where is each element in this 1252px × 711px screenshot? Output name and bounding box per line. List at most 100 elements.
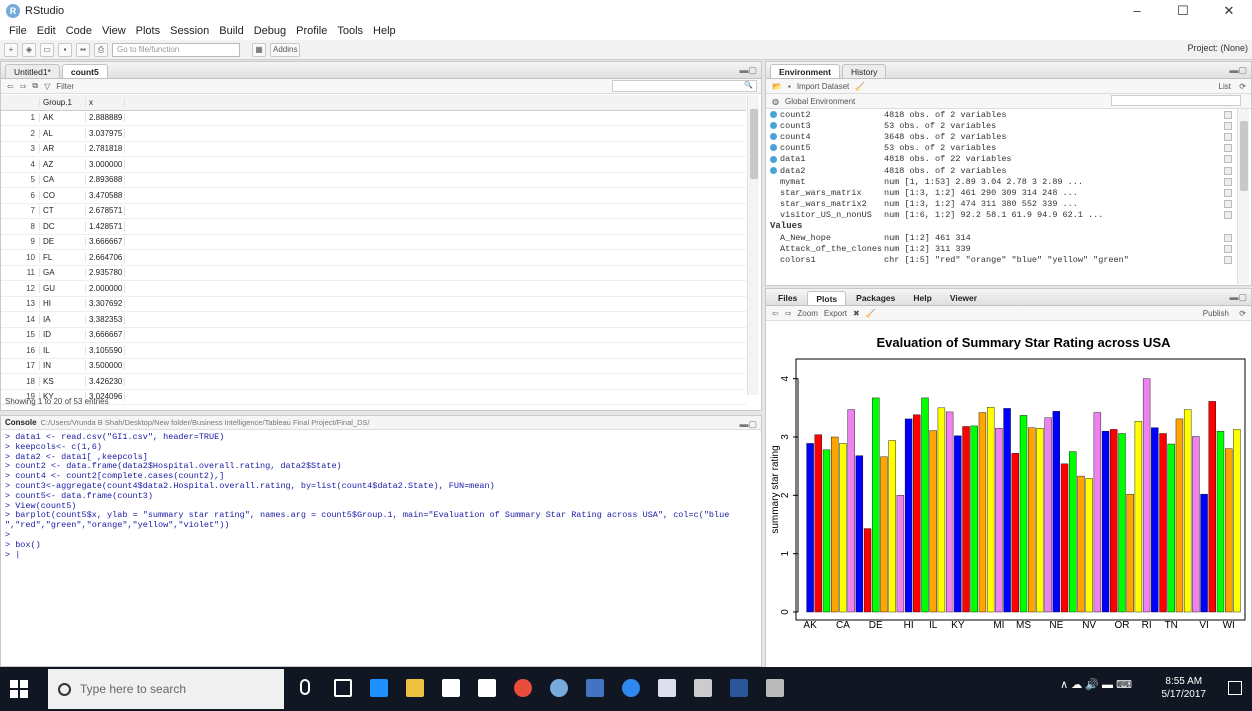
- app3-icon[interactable]: [694, 679, 712, 697]
- chrome-icon[interactable]: [514, 679, 532, 697]
- tray-icons[interactable]: ∧ ☁ 🔊 ▬ ⌨: [1060, 679, 1132, 692]
- grid-view-icon[interactable]: [1224, 110, 1232, 119]
- tab-help[interactable]: Help: [905, 291, 939, 305]
- menu-tools[interactable]: Tools: [337, 25, 363, 37]
- table-row[interactable]: 8 DC 1.428571: [1, 219, 746, 235]
- clear-broom-icon[interactable]: 🧹: [855, 82, 865, 91]
- refresh-icon[interactable]: ⟳: [1239, 82, 1246, 91]
- dataframe-icon[interactable]: [770, 110, 777, 118]
- document-icon[interactable]: [478, 679, 496, 697]
- tab-untitled1[interactable]: Untitled1*: [5, 64, 60, 78]
- minimize-button[interactable]: –: [1114, 0, 1160, 22]
- env-search-input[interactable]: [1111, 95, 1241, 106]
- table-row[interactable]: 10 FL 2.664706: [1, 250, 746, 266]
- load-workspace-icon[interactable]: 📂: [772, 82, 782, 91]
- tab-viewer[interactable]: Viewer: [942, 291, 985, 305]
- environment-row[interactable]: count3 53 obs. of 2 variables: [766, 120, 1236, 131]
- column-group1[interactable]: Group.1: [39, 97, 85, 107]
- grid-view-icon[interactable]: [1224, 166, 1232, 175]
- table-row[interactable]: 1 AK 2.888889: [1, 111, 746, 126]
- table-row[interactable]: 16 IL 3.105590: [1, 343, 746, 359]
- open-file-icon[interactable]: ▭: [40, 42, 54, 57]
- column-x[interactable]: x: [85, 97, 125, 107]
- start-button[interactable]: [10, 680, 28, 698]
- dataframe-icon[interactable]: [770, 155, 777, 163]
- table-row[interactable]: 3 AR 2.781818: [1, 142, 746, 157]
- grid-view-icon[interactable]: [1224, 144, 1232, 153]
- tab-packages[interactable]: Packages: [848, 291, 903, 305]
- new-project-icon[interactable]: ◈: [22, 42, 36, 57]
- environment-row[interactable]: data1 4818 obs. of 22 variables: [766, 154, 1236, 165]
- back-icon[interactable]: ⇦: [7, 82, 14, 91]
- app-icon[interactable]: [586, 679, 604, 697]
- popout-icon[interactable]: ⧉: [32, 81, 38, 91]
- pane-minmax-icon[interactable]: ▬▢: [739, 65, 757, 76]
- tab-count5[interactable]: count5: [61, 64, 108, 78]
- file-explorer-icon[interactable]: [406, 679, 424, 697]
- menu-profile[interactable]: Profile: [296, 25, 327, 37]
- remove-plot-icon[interactable]: ✖: [853, 309, 860, 318]
- notification-icon[interactable]: [1228, 681, 1242, 695]
- menu-build[interactable]: Build: [219, 25, 243, 37]
- export-button[interactable]: Export: [824, 309, 847, 318]
- menu-view[interactable]: View: [102, 25, 126, 37]
- goto-file-input[interactable]: Go to file/function: [112, 42, 240, 57]
- grid-view-icon[interactable]: [1224, 256, 1232, 265]
- menu-code[interactable]: Code: [66, 25, 92, 37]
- environment-row[interactable]: colors1 chr [1:5] "red" "orange" "blue" "…: [766, 254, 1236, 265]
- menu-session[interactable]: Session: [170, 25, 209, 37]
- environment-row[interactable]: mymat num [1, 1:53] 2.89 3.04 2.78 3 2.89…: [766, 176, 1236, 187]
- environment-row[interactable]: count2 4818 obs. of 2 variables: [766, 109, 1236, 120]
- tab-plots[interactable]: Plots: [807, 291, 847, 305]
- save-all-icon[interactable]: ▪▪: [76, 42, 90, 57]
- grid-view-icon[interactable]: [1224, 155, 1232, 164]
- forward-icon[interactable]: ⇨: [20, 82, 27, 91]
- tab-environment[interactable]: Environment: [770, 64, 840, 78]
- prev-plot-icon[interactable]: ⇦: [772, 309, 779, 318]
- tab-history[interactable]: History: [841, 64, 887, 78]
- vertical-scrollbar[interactable]: [747, 95, 759, 395]
- publish-button[interactable]: Publish: [1203, 309, 1229, 318]
- close-button[interactable]: ✕: [1206, 0, 1252, 22]
- system-tray[interactable]: ∧ ☁ 🔊 ▬ ⌨ 8:55 AM 5/17/2017: [1060, 675, 1206, 701]
- environment-row[interactable]: count5 53 obs. of 2 variables: [766, 143, 1236, 154]
- plots-minmax-icon[interactable]: ▬▢: [1229, 292, 1247, 303]
- grid-view-icon[interactable]: [1224, 188, 1232, 197]
- grid-view-icon[interactable]: [1224, 132, 1232, 141]
- grid-view-icon[interactable]: [1224, 211, 1232, 220]
- addins-button[interactable]: Addins: [270, 42, 301, 57]
- table-row[interactable]: 17 IN 3.500000: [1, 359, 746, 374]
- app2-icon[interactable]: [658, 679, 676, 697]
- task-view-icon[interactable]: [334, 679, 352, 697]
- table-row[interactable]: 15 ID 3.666667: [1, 328, 746, 343]
- zoom-button[interactable]: Zoom: [797, 309, 817, 318]
- table-row[interactable]: 4 AZ 3.000000: [1, 157, 746, 173]
- environment-row[interactable]: count4 3648 obs. of 2 variables: [766, 131, 1236, 142]
- project-menu[interactable]: Project: (None): [1187, 43, 1248, 53]
- next-plot-icon[interactable]: ⇨: [785, 309, 792, 318]
- environment-row[interactable]: data2 4818 obs. of 2 variables: [766, 165, 1236, 176]
- grid-icon[interactable]: ▦: [252, 42, 266, 57]
- menu-help[interactable]: Help: [373, 25, 396, 37]
- env-minmax-icon[interactable]: ▬▢: [1229, 65, 1247, 76]
- table-row[interactable]: 11 GA 2.935780: [1, 266, 746, 281]
- environment-row[interactable]: visitor_US_n_nonUS num [1:6, 1:2] 92.2 58…: [766, 210, 1236, 221]
- grid-view-icon[interactable]: [1224, 121, 1232, 130]
- dataframe-icon[interactable]: [770, 122, 777, 130]
- dataframe-icon[interactable]: [770, 133, 777, 141]
- menu-plots[interactable]: Plots: [136, 25, 160, 37]
- table-row[interactable]: 18 KS 3.426230: [1, 374, 746, 390]
- menu-edit[interactable]: Edit: [37, 25, 56, 37]
- table-row[interactable]: 14 IA 3.382353: [1, 312, 746, 328]
- table-row[interactable]: 6 CO 3.470588: [1, 188, 746, 204]
- table-row[interactable]: 7 CT 2.678571: [1, 204, 746, 219]
- environment-row[interactable]: A_New_hope num [1:2] 461 314: [766, 232, 1236, 243]
- env-scrollbar[interactable]: [1237, 109, 1249, 284]
- console-output[interactable]: > data1 <- read.csv("GI1.csv", header=TR…: [1, 430, 761, 563]
- filter-button[interactable]: Filter: [56, 82, 74, 91]
- table-row[interactable]: 5 CA 2.893688: [1, 173, 746, 188]
- grid-view-icon[interactable]: [1224, 200, 1232, 209]
- grid-view-icon[interactable]: [1224, 233, 1232, 242]
- taskbar-search[interactable]: Type here to search: [48, 669, 284, 709]
- paint-icon[interactable]: [766, 679, 784, 697]
